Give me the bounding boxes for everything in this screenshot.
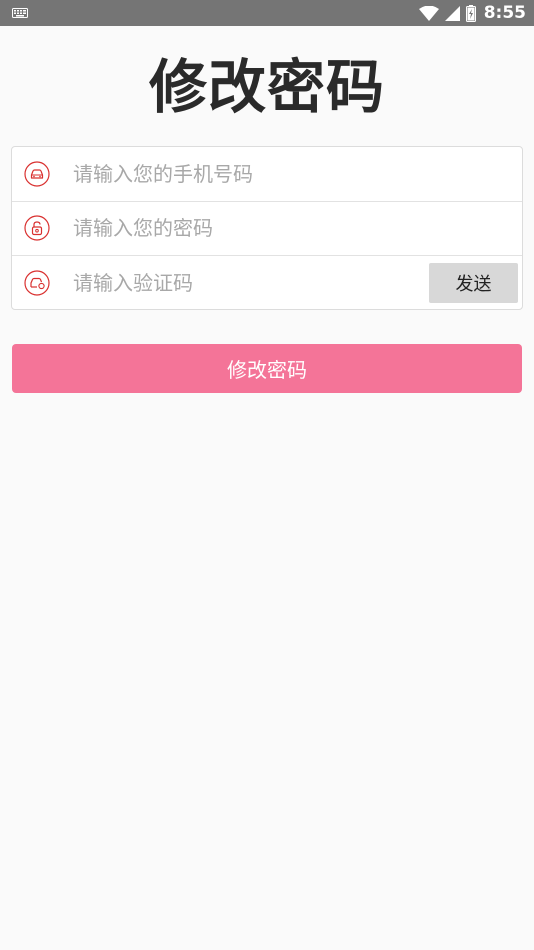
car-icon <box>24 161 50 187</box>
keyboard-icon <box>12 8 28 18</box>
lock-icon <box>24 215 50 241</box>
clock-time: 8:55 <box>483 3 526 23</box>
send-code-button[interactable]: 发送 <box>429 263 518 304</box>
battery-icon <box>465 4 476 22</box>
code-row: 发送 <box>12 256 522 311</box>
signal-icon <box>444 5 460 21</box>
verification-code-input[interactable] <box>73 271 429 296</box>
status-bar: 8:55 <box>0 0 534 26</box>
change-password-button[interactable]: 修改密码 <box>12 344 522 393</box>
password-form: 发送 <box>11 146 523 310</box>
password-row <box>12 202 522 257</box>
page-title: 修改密码 <box>148 53 385 121</box>
phone-row <box>12 147 522 202</box>
car-key-icon <box>24 270 50 297</box>
phone-input[interactable] <box>73 161 522 186</box>
password-input[interactable] <box>73 216 522 241</box>
wifi-icon <box>418 5 439 21</box>
